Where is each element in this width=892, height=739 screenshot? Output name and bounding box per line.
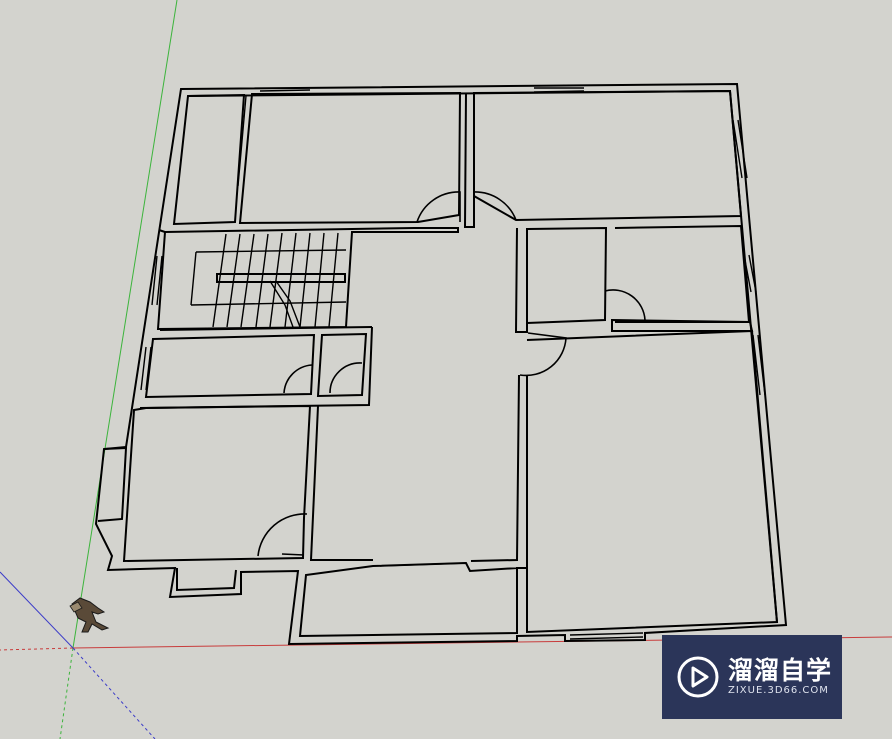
outer-wall-inner [187, 89, 779, 638]
scale-figure [69, 597, 110, 633]
play-icon [677, 656, 719, 698]
model-viewport[interactable] [0, 0, 892, 739]
doors [257, 191, 646, 557]
watermark-title: 溜溜自学 [728, 656, 833, 685]
watermark-text: 溜溜自学 ZIXUE.3D66.COM [728, 657, 832, 697]
stair-room [156, 227, 459, 331]
watermark-subtitle: ZIXUE.3D66.COM [728, 685, 829, 696]
bay-window [176, 568, 237, 592]
room-right-lower [526, 329, 778, 623]
green-axis-dashed [59, 647, 74, 739]
staircase [190, 232, 347, 328]
watermark-badge: 溜溜自学 ZIXUE.3D66.COM [662, 635, 842, 719]
room-upper-mid [238, 91, 462, 225]
room-mid-left [144, 333, 316, 399]
axes [0, 0, 892, 739]
red-axis-dashed [0, 647, 74, 651]
floor-plan[interactable] [94, 82, 788, 646]
room-lower-left [122, 404, 312, 563]
room-right-upper [526, 226, 608, 324]
blue-axis-dashed [72, 647, 156, 739]
blue-axis [0, 571, 74, 649]
room-upper-right [473, 89, 743, 222]
windows [140, 87, 766, 640]
room-upper-left [172, 93, 246, 226]
